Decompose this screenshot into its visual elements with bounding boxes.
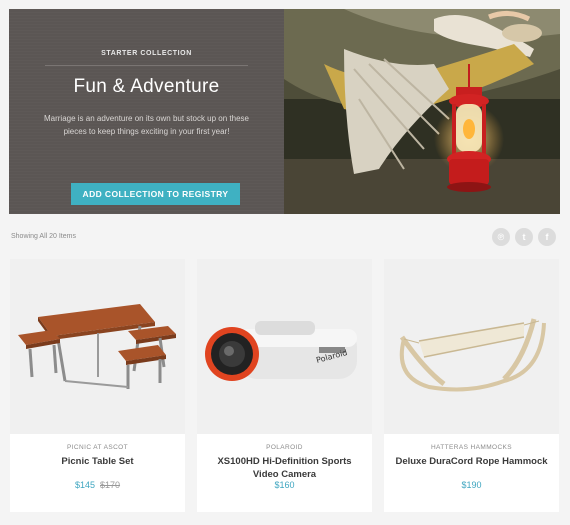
- add-collection-button[interactable]: ADD COLLECTION TO REGISTRY: [71, 183, 240, 205]
- hero-text-panel: STARTER COLLECTION Fun & Adventure Marri…: [9, 9, 284, 214]
- hero-image-hammock-lantern: [284, 9, 560, 214]
- product-name[interactable]: Picnic Table Set: [20, 455, 175, 468]
- product-brand: PICNIC AT ASCOT: [66, 444, 129, 451]
- camera-illustration: Polaroid: [205, 321, 357, 381]
- product-brand: POLAROID: [266, 444, 303, 451]
- hero-divider: [45, 65, 248, 66]
- pinterest-icon[interactable]: ℗: [492, 228, 510, 246]
- product-card[interactable]: PICNIC AT ASCOT Picnic Table Set $145 $17…: [10, 259, 185, 512]
- hero-description: Marriage is an adventure on its own but …: [43, 114, 249, 136]
- product-price-row: $160: [197, 480, 372, 490]
- product-price: $145: [74, 480, 95, 490]
- product-price: $190: [461, 480, 482, 490]
- product-brand: HATTERAS HAMMOCKS: [430, 444, 513, 451]
- hero-banner: STARTER COLLECTION Fun & Adventure Marri…: [9, 9, 560, 214]
- twitter-icon[interactable]: t: [515, 228, 533, 246]
- product-price: $160: [274, 480, 295, 490]
- product-name[interactable]: XS100HD Hi-Definition Sports Video Camer…: [207, 455, 362, 481]
- product-image-hammock[interactable]: [384, 259, 559, 434]
- facebook-icon[interactable]: f: [538, 228, 556, 246]
- product-image-camera[interactable]: Polaroid: [197, 259, 372, 434]
- hero-title: Fun & Adventure: [73, 76, 220, 97]
- picnic-table-illustration: [18, 304, 176, 389]
- product-name[interactable]: Deluxe DuraCord Rope Hammock: [394, 455, 549, 468]
- product-old-price: $170: [100, 480, 121, 490]
- product-card[interactable]: HATTERAS HAMMOCKS Deluxe DuraCord Rope H…: [384, 259, 559, 512]
- product-card[interactable]: Polaroid POLAROID XS100HD Hi-Definition …: [197, 259, 372, 512]
- hero-eyebrow: STARTER COLLECTION: [101, 50, 192, 57]
- hammock-illustration: [399, 318, 546, 392]
- product-price-row: $190: [384, 480, 559, 490]
- hero-illustration: [284, 9, 560, 214]
- product-price-row: $145 $170: [10, 480, 185, 490]
- item-count: Showing All 20 Items: [11, 233, 76, 240]
- product-image-picnic-table[interactable]: [10, 259, 185, 434]
